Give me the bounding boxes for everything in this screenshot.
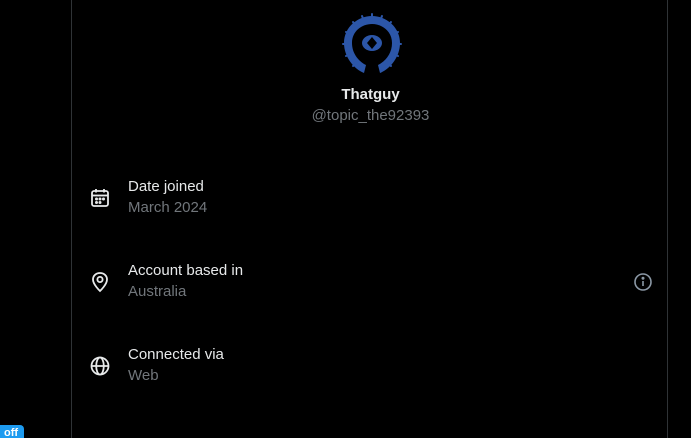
handle: @topic_the92393: [311, 107, 430, 124]
profile-about-page: Thatguy @topic_the92393 Date joined Marc…: [0, 0, 691, 438]
off-toggle-badge[interactable]: off: [0, 425, 25, 438]
display-name: Thatguy: [341, 86, 400, 103]
about-row-date-joined: Date joined March 2024: [88, 176, 654, 220]
info-circle-icon[interactable]: [632, 271, 654, 293]
row-label: Account based in: [128, 262, 244, 279]
calendar-icon: [88, 186, 112, 210]
about-row-connected-via: Connected via Web: [88, 344, 654, 388]
location-pin-icon: [88, 270, 112, 294]
row-value: Australia: [128, 283, 187, 300]
row-label: Connected via: [128, 346, 224, 363]
about-row-account-based-in: Account based in Australia: [88, 260, 654, 304]
row-label: Date joined: [128, 178, 204, 195]
avatar[interactable]: [340, 13, 404, 77]
globe-icon: [88, 354, 112, 378]
row-value: Web: [128, 367, 159, 384]
profile-about-panel: Thatguy @topic_the92393 Date joined Marc…: [71, 0, 668, 438]
row-value: March 2024: [128, 199, 208, 216]
